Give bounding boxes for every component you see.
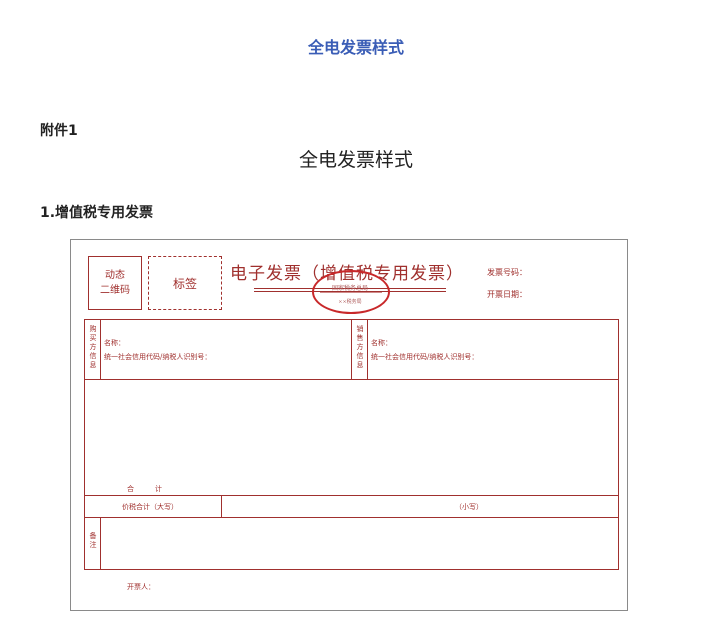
total-in-words-label: 价税合计（大写） xyxy=(122,503,178,511)
seller-name-label: 名称： xyxy=(371,339,392,347)
dynamic-qr-code-box: 动态 二维码 xyxy=(88,256,142,310)
total-row-divider xyxy=(221,495,222,518)
seal-top-text: 国家税务总局 xyxy=(331,285,368,292)
buyer-tax-id-label: 统一社会信用代码/纳税人识别号： xyxy=(104,353,212,361)
invoice-number-label: 发票号码： xyxy=(487,268,527,277)
attachment-label: 附件1 xyxy=(40,123,78,139)
section-heading: 1.增值税专用发票 xyxy=(40,205,154,221)
buyer-label-divider xyxy=(100,319,101,380)
total-label: 合 计 xyxy=(127,485,162,493)
issuer-label: 开票人： xyxy=(127,583,155,591)
seal-bottom-text: ××税务局 xyxy=(338,299,362,305)
remarks-box xyxy=(84,517,619,570)
issue-date-label: 开票日期： xyxy=(487,290,527,299)
remarks-divider xyxy=(100,517,101,570)
total-in-figures-label: （小写） xyxy=(455,503,483,511)
party-divider xyxy=(351,319,352,380)
label-box: 标签 xyxy=(148,256,222,310)
seal-divider xyxy=(320,292,382,293)
document-subtitle: 全电发票样式 xyxy=(298,149,413,171)
page-title: 全电发票样式 xyxy=(307,38,404,57)
seller-section-label: 销 售 方 信 息 xyxy=(356,325,364,369)
remarks-label: 备 注 xyxy=(89,532,97,549)
seller-label-divider xyxy=(367,319,368,380)
items-area xyxy=(84,379,619,496)
buyer-section-label: 购 买 方 信 息 xyxy=(89,325,97,369)
seller-tax-id-label: 统一社会信用代码/纳税人识别号： xyxy=(371,353,479,361)
buyer-name-label: 名称： xyxy=(104,339,125,347)
